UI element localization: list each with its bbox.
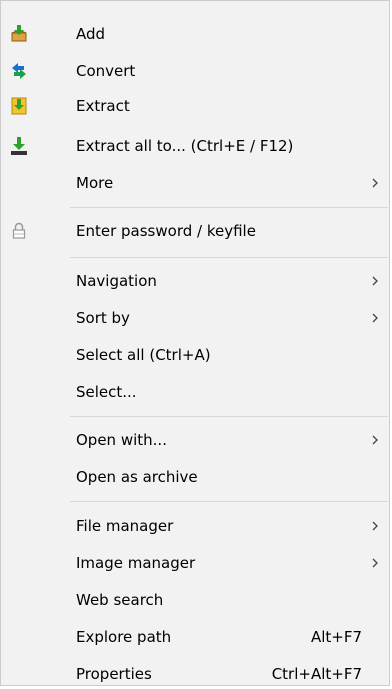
menu-item-shortcut: Alt+F7 bbox=[310, 628, 362, 646]
menu-item-more[interactable]: More bbox=[2, 168, 388, 198]
menu-item-select[interactable]: Select... bbox=[2, 377, 388, 407]
chevron-right-icon bbox=[370, 313, 380, 323]
chevron-right-icon bbox=[370, 276, 380, 286]
lock-icon bbox=[9, 221, 29, 241]
extract-all-icon bbox=[9, 136, 29, 156]
menu-item-enter-password[interactable]: Enter password / keyfile bbox=[2, 216, 388, 246]
menu-item-label: Explore path bbox=[76, 628, 172, 646]
chevron-right-icon bbox=[370, 178, 380, 188]
menu-item-label: Properties bbox=[76, 665, 152, 683]
menu-item-open-with[interactable]: Open with... bbox=[2, 425, 388, 455]
menu-item-convert[interactable]: Convert bbox=[2, 56, 388, 86]
menu-item-file-manager[interactable]: File manager bbox=[2, 511, 388, 541]
menu-item-open-as-archive[interactable]: Open as archive bbox=[2, 462, 388, 492]
add-archive-icon bbox=[9, 24, 29, 44]
convert-icon bbox=[9, 61, 29, 81]
menu-item-label: More bbox=[76, 174, 114, 192]
menu-item-label: Open with... bbox=[76, 431, 167, 449]
menu-item-properties[interactable]: Properties Ctrl+Alt+F7 bbox=[2, 659, 388, 689]
menu-item-extract-all[interactable]: Extract all to... (Ctrl+E / F12) bbox=[2, 131, 388, 161]
menu-item-extract[interactable]: Extract bbox=[2, 91, 388, 121]
menu-item-label: Enter password / keyfile bbox=[76, 222, 256, 240]
menu-item-label: Select... bbox=[76, 383, 137, 401]
chevron-right-icon bbox=[370, 558, 380, 568]
menu-item-image-manager[interactable]: Image manager bbox=[2, 548, 388, 578]
menu-item-select-all[interactable]: Select all (Ctrl+A) bbox=[2, 340, 388, 370]
menu-item-navigation[interactable]: Navigation bbox=[2, 266, 388, 296]
menu-item-label: File manager bbox=[76, 517, 174, 535]
menu-item-label: Convert bbox=[76, 62, 136, 80]
menu-item-label: Extract bbox=[76, 97, 130, 115]
menu-separator bbox=[70, 416, 388, 417]
menu-item-sort-by[interactable]: Sort by bbox=[2, 303, 388, 333]
menu-separator bbox=[70, 207, 388, 208]
menu-item-label: Sort by bbox=[76, 309, 130, 327]
menu-item-explore-path[interactable]: Explore path Alt+F7 bbox=[2, 622, 388, 652]
menu-item-web-search[interactable]: Web search bbox=[2, 585, 388, 615]
menu-item-label: Add bbox=[76, 25, 106, 43]
menu-separator bbox=[70, 257, 388, 258]
chevron-right-icon bbox=[370, 521, 380, 531]
menu-item-add[interactable]: Add bbox=[2, 19, 388, 49]
extract-icon bbox=[9, 96, 29, 116]
context-menu: Add Convert Extract Extract all to... (C… bbox=[0, 0, 390, 686]
chevron-right-icon bbox=[370, 435, 380, 445]
menu-item-label: Navigation bbox=[76, 272, 157, 290]
menu-item-label: Image manager bbox=[76, 554, 196, 572]
menu-item-label: Open as archive bbox=[76, 468, 198, 486]
menu-item-shortcut: Ctrl+Alt+F7 bbox=[271, 665, 362, 683]
menu-item-label: Extract all to... (Ctrl+E / F12) bbox=[76, 137, 294, 155]
menu-separator bbox=[70, 501, 388, 502]
menu-item-label: Web search bbox=[76, 591, 164, 609]
menu-item-label: Select all (Ctrl+A) bbox=[76, 346, 211, 364]
